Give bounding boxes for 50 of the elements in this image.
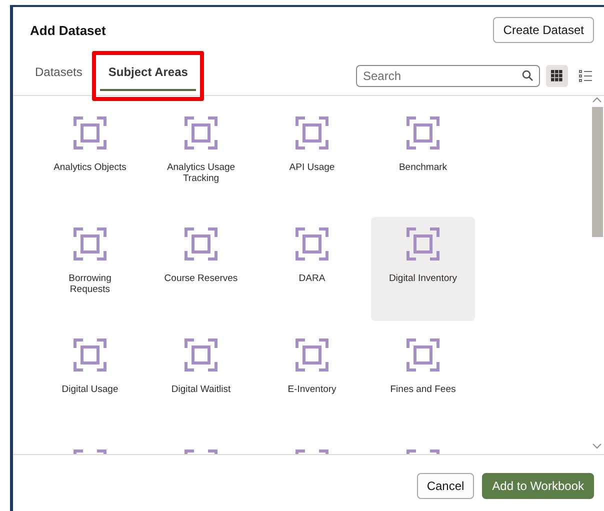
tile-label: Borrowing Requests (68, 273, 112, 295)
subject-area-tile[interactable]: Borrowing Requests (38, 217, 142, 321)
subject-area-tile[interactable]: Benchmark (371, 106, 475, 210)
dataset-icon (73, 116, 107, 150)
search-field[interactable]: Search (356, 65, 540, 87)
subject-area-tile[interactable]: E-Inventory (260, 328, 364, 432)
tile-label: Course Reserves (164, 273, 238, 284)
subject-area-tile[interactable]: Course Reserves (149, 217, 253, 321)
tile-label: Digital Inventory (388, 273, 458, 284)
add-to-workbook-button[interactable]: Add to Workbook (482, 473, 594, 499)
dataset-icon (73, 227, 107, 261)
tile-label: Analytics Objects (54, 162, 126, 173)
tile-label: Digital Usage (62, 384, 118, 395)
dataset-icon (295, 227, 329, 261)
dataset-icon (295, 338, 329, 372)
tab[interactable]: Subject Areas (100, 57, 196, 91)
subject-area-tile[interactable]: Analytics Objects (38, 106, 142, 210)
tile-label: Digital Waitlist (171, 384, 231, 395)
subject-area-tile[interactable]: Digital Inventory (371, 217, 475, 321)
grid-icon (551, 70, 563, 82)
list-icon (578, 70, 592, 82)
subject-area-tile[interactable]: Fines and Fees (371, 328, 475, 432)
subject-area-tile[interactable]: Analytics Usage Tracking (149, 106, 253, 210)
dataset-icon (184, 338, 218, 372)
tile-label: API Usage (289, 162, 335, 173)
scroll-down-icon[interactable] (592, 443, 602, 450)
scrollbar-thumb[interactable] (592, 107, 602, 237)
dataset-icon (73, 338, 107, 372)
subject-area-tile[interactable]: Digital Waitlist (149, 328, 253, 432)
dataset-icon (184, 227, 218, 261)
tile-label: Fines and Fees (390, 384, 456, 395)
dataset-icon (406, 116, 440, 150)
tile-label: E-Inventory (288, 384, 336, 395)
dataset-icon (406, 227, 440, 261)
dataset-icon (406, 338, 440, 372)
tile-label: Benchmark (398, 162, 448, 173)
dataset-icon (295, 116, 329, 150)
cancel-button[interactable]: Cancel (416, 473, 474, 499)
scroll-up-icon[interactable] (592, 96, 602, 103)
dataset-icon (184, 116, 218, 150)
subject-area-tile[interactable]: DARA (260, 217, 364, 321)
tab[interactable]: Datasets (27, 57, 90, 91)
dialog-title: Add Dataset (30, 22, 106, 38)
tile-label: DARA (298, 273, 326, 284)
subject-area-tile[interactable]: Digital Usage (38, 328, 142, 432)
create-dataset-button[interactable]: Create Dataset (493, 17, 594, 43)
tile-label: Analytics Usage Tracking (166, 162, 236, 184)
subject-area-tile[interactable]: API Usage (260, 106, 364, 210)
search-icon (522, 70, 533, 81)
grid-view-button[interactable] (546, 65, 568, 87)
